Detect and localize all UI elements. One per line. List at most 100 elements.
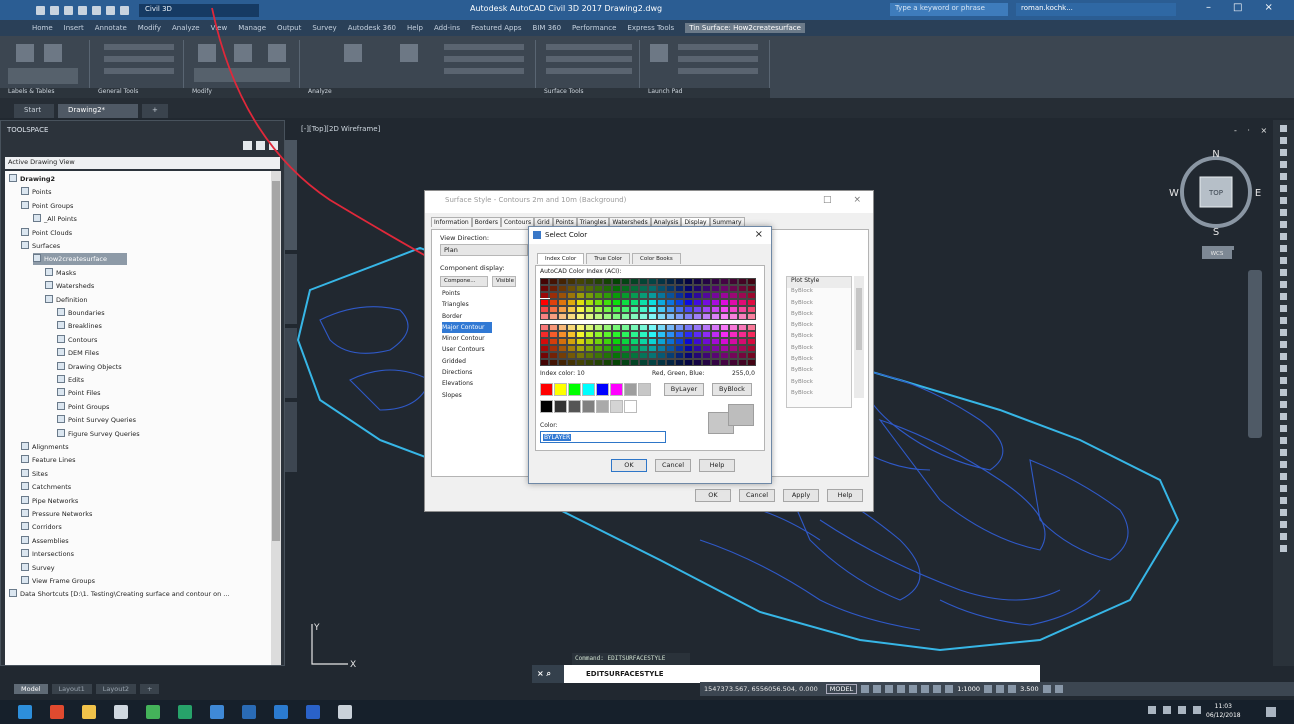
aci-swatch[interactable]: [702, 352, 711, 359]
wcs-menu[interactable]: WCS: [1202, 250, 1232, 259]
tool-icon[interactable]: [1280, 521, 1287, 528]
aci-swatch[interactable]: [711, 331, 720, 338]
aci-swatch[interactable]: [549, 306, 558, 313]
aci-swatch[interactable]: [675, 331, 684, 338]
plot-style-cell[interactable]: ByBlock: [787, 345, 851, 356]
aci-swatch[interactable]: [585, 313, 594, 320]
tool-icon[interactable]: [1280, 137, 1287, 144]
aci-swatch[interactable]: [729, 313, 738, 320]
isolate-icon[interactable]: [1042, 685, 1051, 693]
aci-swatch[interactable]: [612, 345, 621, 352]
object-snap-icon[interactable]: [921, 685, 930, 693]
aci-swatch[interactable]: [630, 359, 639, 366]
aci-swatch[interactable]: [594, 345, 603, 352]
document-icon[interactable]: [114, 705, 128, 719]
lineweight-icon[interactable]: [933, 685, 942, 693]
swatch[interactable]: [540, 383, 553, 396]
aci-swatch[interactable]: [576, 352, 585, 359]
aci-swatch[interactable]: [720, 313, 729, 320]
aci-swatch[interactable]: [603, 352, 612, 359]
aci-swatch[interactable]: [747, 299, 756, 306]
app-icon[interactable]: [274, 705, 288, 719]
aci-swatch[interactable]: [675, 345, 684, 352]
aci-swatch[interactable]: [747, 338, 756, 345]
tool-icon[interactable]: [1280, 449, 1287, 456]
col-visible[interactable]: Visible: [492, 276, 516, 287]
surface-style-tab[interactable]: Information: [431, 217, 472, 227]
aci-swatch[interactable]: [657, 278, 666, 285]
plot-style-cell[interactable]: ByBlock: [787, 288, 851, 299]
aci-swatch[interactable]: [639, 331, 648, 338]
aci-swatch[interactable]: [621, 306, 630, 313]
tool-icon[interactable]: [1280, 401, 1287, 408]
aci-swatch[interactable]: [612, 292, 621, 299]
aci-swatch[interactable]: [585, 324, 594, 331]
aci-swatch[interactable]: [567, 278, 576, 285]
aci-swatch[interactable]: [702, 292, 711, 299]
aci-swatch[interactable]: [648, 313, 657, 320]
aci-swatch[interactable]: [666, 324, 675, 331]
aci-swatch[interactable]: [630, 285, 639, 292]
plot-style-cell[interactable]: ByBlock: [787, 311, 851, 322]
aci-swatch[interactable]: [738, 285, 747, 292]
aci-swatch[interactable]: [630, 299, 639, 306]
plot-style-cell[interactable]: ByBlock: [787, 367, 851, 378]
tool-icon[interactable]: [1280, 341, 1287, 348]
aci-swatch[interactable]: [675, 278, 684, 285]
aci-swatch[interactable]: [711, 292, 720, 299]
aci-swatch[interactable]: [684, 313, 693, 320]
aci-swatch[interactable]: [540, 285, 549, 292]
aci-swatch[interactable]: [684, 285, 693, 292]
aci-swatch[interactable]: [585, 292, 594, 299]
tool-icon[interactable]: [1280, 197, 1287, 204]
aci-swatch[interactable]: [549, 331, 558, 338]
tab-color-books[interactable]: Color Books: [632, 253, 681, 264]
gear-icon[interactable]: [984, 685, 993, 693]
aci-swatch[interactable]: [675, 324, 684, 331]
aci-swatch[interactable]: [711, 324, 720, 331]
plot-style-cell[interactable]: ByBlock: [787, 356, 851, 367]
tab-index-color[interactable]: Index Color: [537, 253, 585, 264]
aci-swatch[interactable]: [567, 338, 576, 345]
aci-swatch[interactable]: [639, 313, 648, 320]
aci-swatch[interactable]: [540, 352, 549, 359]
aci-swatch[interactable]: [657, 324, 666, 331]
aci-swatch[interactable]: [693, 359, 702, 366]
aci-swatch[interactable]: [639, 299, 648, 306]
tool-icon[interactable]: [1280, 185, 1287, 192]
aci-swatch[interactable]: [576, 306, 585, 313]
aci-swatch[interactable]: [558, 299, 567, 306]
aci-swatch[interactable]: [585, 345, 594, 352]
component-row[interactable]: Major Contour: [442, 321, 492, 334]
aci-swatch[interactable]: [666, 345, 675, 352]
aci-swatch[interactable]: [693, 299, 702, 306]
aci-swatch[interactable]: [657, 345, 666, 352]
polar-icon[interactable]: [897, 685, 906, 693]
tool-icon[interactable]: [1280, 533, 1287, 540]
tool-icon[interactable]: [1280, 329, 1287, 336]
aci-swatch[interactable]: [576, 313, 585, 320]
plot-style-cell[interactable]: ByBlock: [787, 300, 851, 311]
tool-icon[interactable]: [1280, 221, 1287, 228]
aci-swatch[interactable]: [720, 285, 729, 292]
aci-swatch[interactable]: [558, 306, 567, 313]
aci-swatch[interactable]: [684, 331, 693, 338]
aci-swatch[interactable]: [612, 313, 621, 320]
isodraft-icon[interactable]: [909, 685, 918, 693]
customization-icon[interactable]: [1054, 685, 1063, 693]
notifications-icon[interactable]: [1148, 706, 1156, 714]
aci-swatch[interactable]: [657, 306, 666, 313]
aci-swatch[interactable]: [540, 292, 549, 299]
aci-swatch[interactable]: [621, 292, 630, 299]
aci-swatch[interactable]: [621, 359, 630, 366]
aci-swatch[interactable]: [621, 352, 630, 359]
aci-swatch[interactable]: [612, 299, 621, 306]
swatch[interactable]: [554, 383, 567, 396]
aci-swatch[interactable]: [639, 324, 648, 331]
aci-swatch[interactable]: [612, 324, 621, 331]
tool-icon[interactable]: [1280, 413, 1287, 420]
coordinates-readout[interactable]: 1547373.567, 6556056.504, 0.000: [704, 685, 818, 693]
aci-swatch[interactable]: [747, 313, 756, 320]
tool-icon[interactable]: [1280, 209, 1287, 216]
aci-swatch[interactable]: [639, 306, 648, 313]
